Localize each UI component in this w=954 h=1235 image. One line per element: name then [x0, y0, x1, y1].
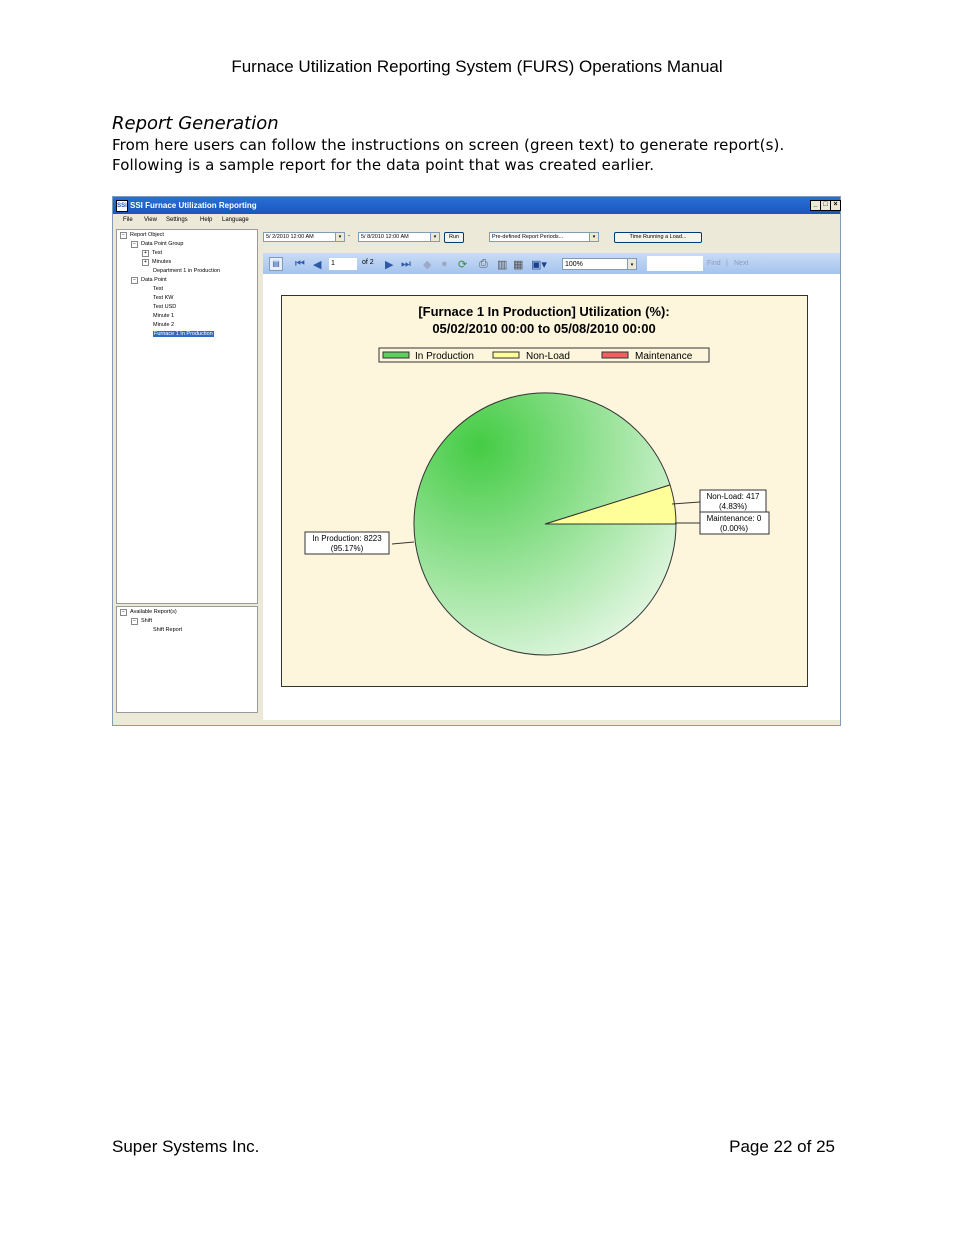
- collapse-icon[interactable]: −: [120, 609, 127, 616]
- find-link[interactable]: Find: [707, 260, 721, 267]
- utilization-pie-chart: [Furnace 1 In Production] Utilization (%…: [304, 304, 770, 656]
- data-label-non-load: Non-Load: 417: [707, 492, 760, 501]
- tree-node-department[interactable]: Department 1 in Production: [153, 268, 220, 274]
- back-icon[interactable]: ◆: [423, 258, 431, 271]
- paragraph-line-2: Following is a sample report for the dat…: [112, 156, 655, 174]
- tree-node-test-group[interactable]: + Test: [142, 250, 162, 257]
- last-page-icon[interactable]: ⏭: [401, 258, 411, 271]
- title-bar[interactable]: SSi SSI Furnace Utilization Reporting _ …: [113, 197, 841, 214]
- tree-node-available-reports[interactable]: − Available Report(s): [120, 609, 177, 616]
- run-button[interactable]: Run: [444, 232, 464, 243]
- data-sublabel-non-load: (4.83%): [719, 502, 747, 511]
- toggle-tree-icon[interactable]: ▤: [269, 257, 283, 271]
- prev-page-icon[interactable]: ◀: [313, 258, 321, 271]
- next-page-icon[interactable]: ▶: [385, 258, 393, 271]
- collapse-icon[interactable]: −: [131, 277, 138, 284]
- expand-icon[interactable]: +: [142, 259, 149, 266]
- footer-company: Super Systems Inc.: [112, 1137, 260, 1156]
- tree-node-shift-report[interactable]: Shift Report: [153, 627, 182, 633]
- data-label-in-production: In Production: 8223: [312, 534, 382, 543]
- pie-slice-in-production: [413, 392, 677, 656]
- tree-node-minute-2[interactable]: Minute 2: [153, 322, 174, 328]
- pie-slices: [413, 392, 677, 656]
- dropdown-arrow-icon[interactable]: ▾: [430, 233, 439, 241]
- tree-node-test-usd[interactable]: Test USD: [153, 304, 176, 310]
- tree-node-test[interactable]: Test: [153, 286, 163, 292]
- chart-subtitle: 05/02/2010 00:00 to 05/08/2010 00:00: [432, 321, 655, 336]
- dropdown-arrow-icon[interactable]: ▾: [627, 259, 636, 269]
- tree-node-data-point-group[interactable]: − Data Point Group: [131, 241, 184, 248]
- legend-swatch-maintenance: [601, 351, 629, 359]
- tree-node-report-object[interactable]: − Report Object: [120, 232, 164, 239]
- tree-node-data-point[interactable]: − Data Point: [131, 277, 167, 284]
- page-number-input[interactable]: 1: [329, 258, 357, 270]
- close-button[interactable]: ×: [830, 200, 841, 211]
- menu-file[interactable]: File: [123, 217, 133, 223]
- collapse-icon[interactable]: −: [120, 232, 127, 239]
- tree-node-test-kw[interactable]: Test KW: [153, 295, 173, 301]
- menu-settings[interactable]: Settings: [166, 217, 188, 223]
- next-link[interactable]: Next: [734, 260, 748, 267]
- tree-node-minutes-group[interactable]: + Minutes: [142, 259, 171, 266]
- refresh-icon[interactable]: ⟳: [458, 258, 467, 271]
- data-sublabel-in-production: (95.17%): [331, 544, 364, 553]
- app-window: SSi SSI Furnace Utilization Reporting _ …: [112, 196, 841, 726]
- expand-icon[interactable]: +: [142, 250, 149, 257]
- zoom-select[interactable]: 100% ▾: [562, 258, 637, 270]
- collapse-icon[interactable]: −: [131, 241, 138, 248]
- find-text-input[interactable]: [647, 256, 703, 271]
- data-sublabel-maintenance: (0.00%): [720, 524, 748, 533]
- tree-node-shift[interactable]: − Shift: [131, 618, 152, 625]
- date-range-separator: -: [348, 233, 350, 239]
- chart-title: [Furnace 1 In Production] Utilization (%…: [418, 304, 669, 319]
- menu-bar: File View Settings Help Language: [113, 214, 840, 227]
- app-logo-icon: SSi: [116, 200, 128, 212]
- toolbar-separator: |: [726, 260, 728, 267]
- available-reports-tree: − Available Report(s) − Shift Shift Report: [116, 606, 258, 713]
- tree-node-furnace-1[interactable]: Furnace 1 In Production: [153, 331, 214, 337]
- chart-legend: In Production Non-Load Maintenance: [378, 347, 710, 363]
- page-setup-icon[interactable]: ▦: [513, 258, 523, 271]
- menu-help[interactable]: Help: [200, 217, 212, 223]
- report-period-select[interactable]: Pre-defined Report Periods... ▾: [489, 232, 599, 242]
- end-date-picker[interactable]: 5/ 8/2010 12:00 AM ▾: [358, 232, 440, 242]
- paragraph-line-1: From here users can follow the instructi…: [112, 136, 785, 154]
- report-viewer-toolbar: ▤ ⏮ ◀ 1 of 2 ▶ ⏭ ◆ ● ⟳ ⎙ ▥ ▦ ▣▾ 100% ▾ Fi…: [263, 253, 840, 275]
- legend-swatch-non-load: [492, 351, 520, 359]
- stop-icon[interactable]: ●: [441, 258, 448, 270]
- page-count: of 2: [362, 259, 374, 266]
- collapse-icon[interactable]: −: [131, 618, 138, 625]
- start-date-picker[interactable]: 5/ 2/2010 12:00 AM ▾: [263, 232, 345, 242]
- section-title: Report Generation: [112, 113, 279, 134]
- menu-view[interactable]: View: [144, 217, 157, 223]
- legend-swatch-in-production: [382, 351, 410, 359]
- legend-label-maintenance: Maintenance: [635, 351, 693, 362]
- dropdown-arrow-icon[interactable]: ▾: [589, 233, 598, 241]
- tree-node-minute-1[interactable]: Minute 1: [153, 313, 174, 319]
- time-running-load-button[interactable]: Time Running a Load...: [614, 232, 702, 243]
- print-icon[interactable]: ⎙: [479, 258, 488, 271]
- callout-line-in-production: [391, 541, 415, 545]
- legend-label-non-load: Non-Load: [526, 351, 570, 362]
- window-title: SSI Furnace Utilization Reporting: [130, 201, 257, 210]
- pie-chart-panel: [Furnace 1 In Production] Utilization (%…: [281, 295, 808, 687]
- data-label-maintenance: Maintenance: 0: [707, 514, 762, 523]
- document-header: Furnace Utilization Reporting System (FU…: [231, 57, 723, 76]
- print-layout-icon[interactable]: ▥: [497, 258, 507, 271]
- menu-language[interactable]: Language: [222, 217, 249, 223]
- report-object-tree: − Report Object − Data Point Group + Test +…: [116, 229, 258, 604]
- export-icon[interactable]: ▣▾: [531, 258, 547, 271]
- callout-line-non-load: [671, 501, 701, 505]
- legend-label-in-production: In Production: [415, 351, 474, 362]
- first-page-icon[interactable]: ⏮: [295, 258, 305, 271]
- dropdown-arrow-icon[interactable]: ▾: [335, 233, 344, 241]
- footer-page-number: Page 22 of 25: [729, 1137, 835, 1156]
